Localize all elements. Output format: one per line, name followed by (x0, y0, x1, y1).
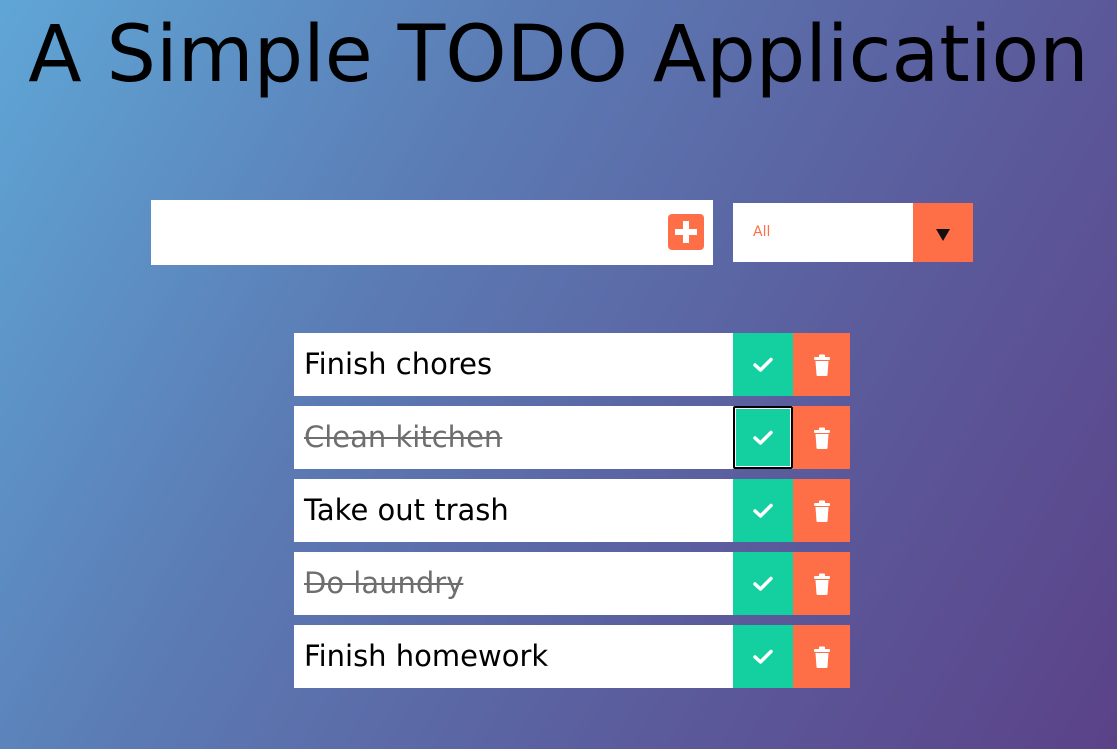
complete-button[interactable] (733, 552, 793, 615)
delete-button[interactable] (793, 625, 850, 688)
complete-button[interactable] (733, 625, 793, 688)
todo-item: Take out trash (294, 479, 850, 542)
add-todo-button[interactable] (668, 214, 704, 250)
check-icon (753, 576, 773, 591)
delete-button[interactable] (793, 552, 850, 615)
check-icon (753, 357, 773, 372)
trash-icon (813, 500, 830, 522)
filter-selected-value: All (753, 224, 771, 240)
todo-item: Do laundry (294, 552, 850, 615)
todo-item: Clean kitchen (294, 406, 850, 469)
trash-icon (813, 573, 830, 595)
todo-text: Do laundry (304, 566, 464, 600)
plus-icon (675, 221, 697, 243)
page-title: A Simple TODO Application (28, 10, 1089, 100)
todo-add-form (151, 200, 713, 265)
todo-item: Finish homework (294, 625, 850, 688)
check-icon (753, 503, 773, 518)
check-icon (753, 649, 773, 664)
trash-icon (813, 427, 830, 449)
todo-text: Finish homework (304, 639, 549, 673)
delete-button[interactable] (793, 333, 850, 396)
todo-text: Clean kitchen (304, 420, 503, 454)
filter-dropdown-button[interactable] (913, 203, 973, 262)
complete-button[interactable] (733, 333, 793, 396)
delete-button[interactable] (793, 479, 850, 542)
todo-text: Finish chores (304, 347, 493, 381)
trash-icon (813, 646, 830, 668)
todo-text: Take out trash (304, 493, 509, 527)
todo-list: Finish chores Clean kitchen Take out tra… (294, 333, 850, 698)
delete-button[interactable] (793, 406, 850, 469)
check-icon (753, 430, 773, 445)
todo-item: Finish chores (294, 333, 850, 396)
caret-down-icon (936, 229, 950, 241)
complete-button[interactable] (733, 406, 793, 469)
todo-input[interactable] (151, 200, 651, 265)
complete-button[interactable] (733, 479, 793, 542)
filter-select[interactable]: All (733, 203, 973, 262)
trash-icon (813, 354, 830, 376)
